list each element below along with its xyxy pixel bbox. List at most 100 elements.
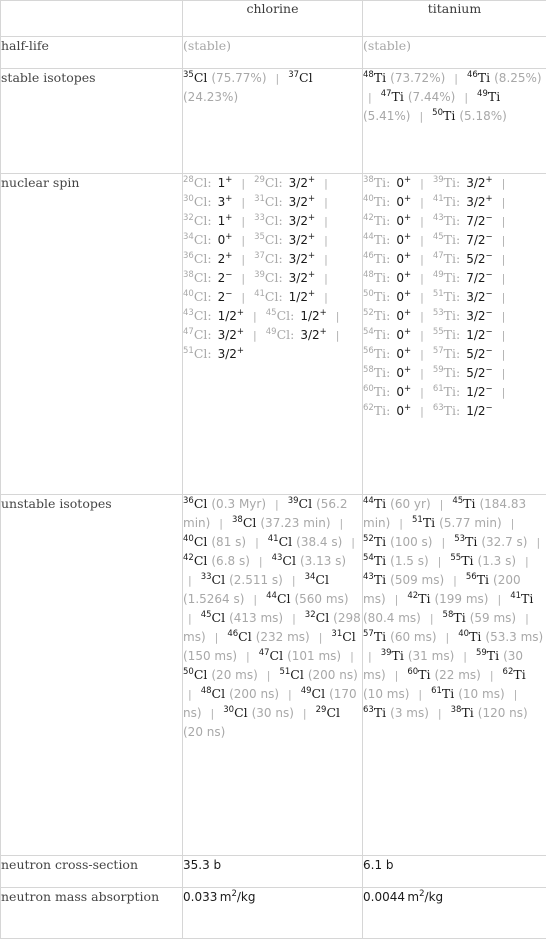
separator: | — [420, 272, 424, 285]
spin-value: 2− — [212, 271, 233, 285]
spin-entry: 56Ti: 0+ — [363, 346, 411, 361]
mass-number: 37 — [254, 251, 265, 261]
value-number: 0.0044 — [363, 890, 405, 904]
separator: | — [420, 367, 424, 380]
isotope-nuclide: 47Cl — [259, 648, 283, 663]
mass-number: 45 — [200, 610, 212, 620]
spin-entry: 51Ti: 3/2− — [433, 289, 493, 304]
element-symbol: Cl — [311, 686, 326, 701]
mass-number: 47 — [380, 89, 392, 99]
element-symbol: Ti — [521, 591, 534, 606]
spin-entry: 47Ti: 5/2− — [433, 251, 493, 266]
comparison-table: chlorine titanium half-life (stable) (st… — [0, 0, 546, 939]
separator: | — [324, 177, 328, 190]
separator: | — [266, 669, 271, 682]
isotope-nuclide: 44Cl — [266, 591, 290, 606]
spin-value: 3/2+ — [460, 195, 492, 209]
mass-number: 62 — [363, 403, 374, 413]
parity: − — [225, 289, 233, 299]
element-symbol: Ti: — [443, 384, 461, 399]
mass-number: 45 — [265, 308, 277, 318]
element-symbol: Cl — [269, 648, 284, 663]
mass-number: 48 — [363, 70, 374, 80]
row-unstable-isotopes: unstable isotopes 36Cl (0.3 Myr) | 39Cl … — [0, 494, 546, 856]
spin-number: 5/2 — [466, 347, 486, 361]
mass-number: 46 — [466, 70, 478, 80]
isotope-entry: 45Cl (413 ms) — [201, 610, 283, 625]
separator: | — [420, 215, 424, 228]
isotope-entry: 43Ti (509 ms) — [363, 572, 444, 587]
element-symbol: Ti: — [443, 365, 461, 380]
spin-value: 0+ — [390, 366, 411, 380]
mass-number: 51 — [279, 667, 291, 677]
spin-entry: 33Cl: 3/2+ — [254, 213, 315, 228]
mass-number: 36 — [183, 496, 194, 506]
parity: + — [404, 308, 412, 318]
element-symbol: Ti: — [443, 270, 461, 285]
separator: | — [525, 555, 529, 568]
isotope-nuclide: 63Ti — [363, 705, 386, 720]
separator: | — [188, 612, 192, 625]
spin-nuclide: 54Ti: — [363, 327, 390, 342]
value-unit: m — [407, 890, 420, 904]
element-symbol: Ti — [373, 70, 387, 85]
isotope-value: (200 ns) — [307, 668, 358, 682]
isotope-entry: 44Ti (60 yr) — [363, 496, 431, 511]
isotope-nuclide: 30Cl — [223, 705, 247, 720]
spin-nuclide: 41Ti: — [433, 194, 460, 209]
spin-value: 3/2+ — [460, 176, 492, 190]
element-symbol: Cl — [211, 610, 226, 625]
mass-number: 34 — [304, 572, 316, 582]
separator: | — [501, 329, 506, 342]
spin-nuclide: 43Ti: — [433, 213, 460, 228]
spin-entry: 49Ti: 7/2− — [433, 270, 493, 285]
element-symbol: Cl — [342, 629, 356, 644]
isotope-value: (3.13 s) — [299, 554, 347, 568]
spin-nuclide: 47Cl: — [183, 327, 212, 342]
separator: | — [241, 196, 246, 209]
mass-number: 42 — [183, 553, 194, 563]
spin-entry: 53Ti: 3/2− — [433, 308, 493, 323]
value-unit-rest: /kg — [236, 890, 256, 904]
separator: | — [501, 386, 506, 399]
spin-nuclide: 30Cl: — [183, 194, 212, 209]
spin-nuclide: 57Ti: — [433, 346, 460, 361]
isotope-entry: 42Ti (199 ms) — [407, 591, 488, 606]
element-symbol: Ti — [443, 108, 456, 123]
isotope-value: (59 ms) — [469, 611, 517, 625]
element-symbol: Ti: — [373, 213, 391, 228]
spin-nuclide: 38Cl: — [183, 270, 212, 285]
parity: + — [404, 403, 412, 413]
isotope-value: (150 ms) — [183, 649, 238, 663]
value-unit-rest: /kg — [424, 890, 444, 904]
isotope-nuclide: 47Ti — [381, 89, 404, 104]
spin-value: 0+ — [390, 328, 411, 342]
isotope-nuclide: 55Ti — [450, 553, 473, 568]
isotope-value: (509 ms) — [390, 573, 445, 587]
spin-number: 1/2 — [466, 385, 486, 399]
isotope-value: (5.77 min) — [439, 516, 502, 530]
spin-nuclide: 28Cl: — [183, 175, 212, 190]
spin-entry: 51Cl: 3/2+ — [183, 346, 244, 361]
mass-number: 38 — [450, 705, 462, 715]
row-label: nuclear spin — [0, 173, 183, 495]
spin-nuclide: 52Ti: — [363, 308, 390, 323]
parity: − — [485, 308, 493, 318]
isotope-nuclide: 50Ti — [432, 108, 455, 123]
element-symbol: Ti — [391, 89, 404, 104]
isotope-entry: 46Cl (232 ms) — [227, 629, 309, 644]
mass-number: 31 — [254, 194, 265, 204]
parity: + — [404, 251, 412, 261]
mass-number: 49 — [432, 270, 444, 280]
neutron-mass-absorption-chlorine: 0.033 m2/kg — [182, 887, 363, 939]
separator: | — [454, 72, 458, 85]
separator: | — [241, 177, 246, 190]
separator: | — [351, 536, 355, 549]
isotope-nuclide: 46Cl — [227, 629, 251, 644]
separator: | — [241, 272, 246, 285]
element-symbol: Cl — [193, 534, 208, 549]
mass-number: 52 — [363, 534, 374, 544]
spin-nuclide: 62Ti: — [363, 403, 390, 418]
isotope-entry: 33Cl (2.511 s) — [201, 572, 283, 587]
element-symbol: Ti: — [373, 327, 391, 342]
